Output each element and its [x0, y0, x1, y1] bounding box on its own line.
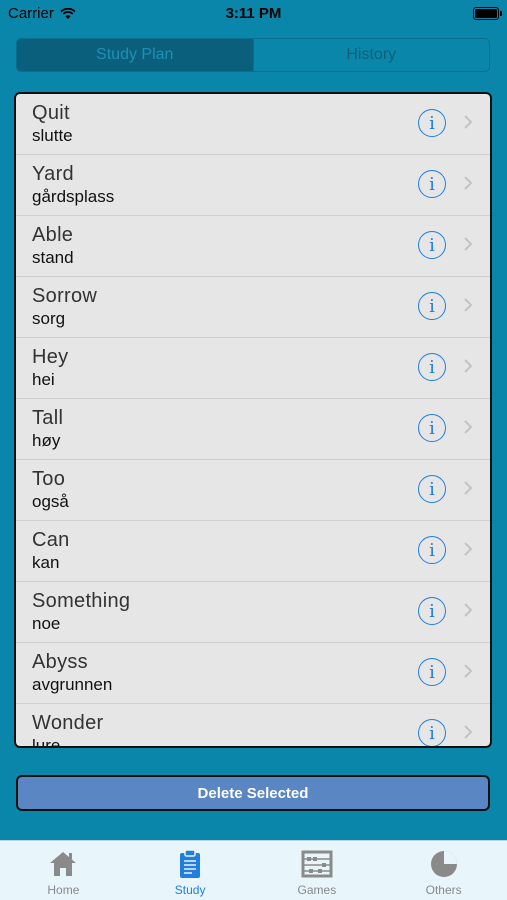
- battery-icon: [473, 7, 502, 20]
- word-label: Can: [32, 529, 70, 551]
- word-label: Sorrow: [32, 285, 98, 307]
- chevron-right-icon: [464, 176, 473, 190]
- segmented-control: Study Plan History: [16, 38, 490, 72]
- tab-label: Study: [174, 883, 206, 897]
- translation-label: sorg: [32, 309, 66, 328]
- chevron-right-icon: [464, 237, 473, 251]
- chevron-right-icon: [464, 115, 473, 129]
- list-item[interactable]: Tall høy i: [16, 399, 490, 460]
- delete-selected-button[interactable]: Delete Selected: [16, 775, 490, 811]
- translation-label: høy: [32, 431, 61, 450]
- abacus-icon: [301, 850, 333, 878]
- chevron-right-icon: [464, 420, 473, 434]
- word-label: Able: [32, 224, 74, 246]
- translation-label: også: [32, 492, 69, 511]
- list-item[interactable]: Wonder lure i: [16, 704, 490, 748]
- translation-label: avgrunnen: [32, 675, 113, 694]
- segment-study-plan[interactable]: Study Plan: [17, 39, 253, 71]
- info-icon[interactable]: i: [418, 597, 446, 625]
- list-item[interactable]: Yard gårdsplass i: [16, 155, 490, 216]
- list-item[interactable]: Able stand i: [16, 216, 490, 277]
- word-label: Yard: [32, 163, 74, 185]
- list-item[interactable]: Something noe i: [16, 582, 490, 643]
- info-icon[interactable]: i: [418, 231, 446, 259]
- tab-games[interactable]: Games: [254, 841, 381, 900]
- list-item[interactable]: Hey hei i: [16, 338, 490, 399]
- word-label: Quit: [32, 102, 70, 124]
- chevron-right-icon: [464, 725, 473, 739]
- tab-label: Games: [297, 883, 337, 897]
- study-list[interactable]: Quit slutte i Yard gårdsplass i Able sta…: [14, 92, 492, 748]
- word-label: Tall: [32, 407, 64, 429]
- list-item[interactable]: Abyss avgrunnen i: [16, 643, 490, 704]
- list-item[interactable]: Too også i: [16, 460, 490, 521]
- list-item[interactable]: Sorrow sorg i: [16, 277, 490, 338]
- list-item[interactable]: Can kan i: [16, 521, 490, 582]
- word-label: Abyss: [32, 651, 88, 673]
- tab-bar: Home Study Games Others: [0, 840, 507, 900]
- status-bar: Carrier 3:11 PM: [0, 0, 507, 28]
- info-icon[interactable]: i: [418, 658, 446, 686]
- info-icon[interactable]: i: [418, 719, 446, 746]
- pie-icon: [430, 851, 457, 877]
- list-item[interactable]: Quit slutte i: [16, 94, 490, 155]
- word-label: Too: [32, 468, 66, 490]
- translation-label: lure: [32, 736, 61, 748]
- info-icon[interactable]: i: [418, 292, 446, 320]
- chevron-right-icon: [464, 481, 473, 495]
- chevron-right-icon: [464, 603, 473, 617]
- translation-label: stand: [32, 248, 74, 267]
- translation-label: gårdsplass: [32, 187, 115, 206]
- tab-label: Others: [425, 883, 462, 897]
- info-icon[interactable]: i: [418, 475, 446, 503]
- translation-label: slutte: [32, 126, 73, 145]
- chevron-right-icon: [464, 542, 473, 556]
- info-icon[interactable]: i: [418, 170, 446, 198]
- info-icon[interactable]: i: [418, 414, 446, 442]
- translation-label: kan: [32, 553, 60, 572]
- translation-label: hei: [32, 370, 55, 389]
- translation-label: noe: [32, 614, 61, 633]
- tab-study[interactable]: Study: [127, 841, 254, 900]
- segment-history[interactable]: History: [252, 39, 490, 71]
- tab-others[interactable]: Others: [380, 841, 507, 900]
- word-label: Wonder: [32, 712, 104, 734]
- clipboard-icon: [180, 849, 201, 878]
- home-icon: [50, 852, 77, 876]
- tab-home[interactable]: Home: [0, 841, 127, 900]
- tab-label: Home: [47, 883, 80, 897]
- word-label: Something: [32, 590, 131, 612]
- info-icon[interactable]: i: [418, 109, 446, 137]
- chevron-right-icon: [464, 359, 473, 373]
- info-icon[interactable]: i: [418, 536, 446, 564]
- info-icon[interactable]: i: [418, 353, 446, 381]
- status-time: 3:11 PM: [225, 5, 282, 22]
- word-label: Hey: [32, 346, 69, 368]
- chevron-right-icon: [464, 664, 473, 678]
- chevron-right-icon: [464, 298, 473, 312]
